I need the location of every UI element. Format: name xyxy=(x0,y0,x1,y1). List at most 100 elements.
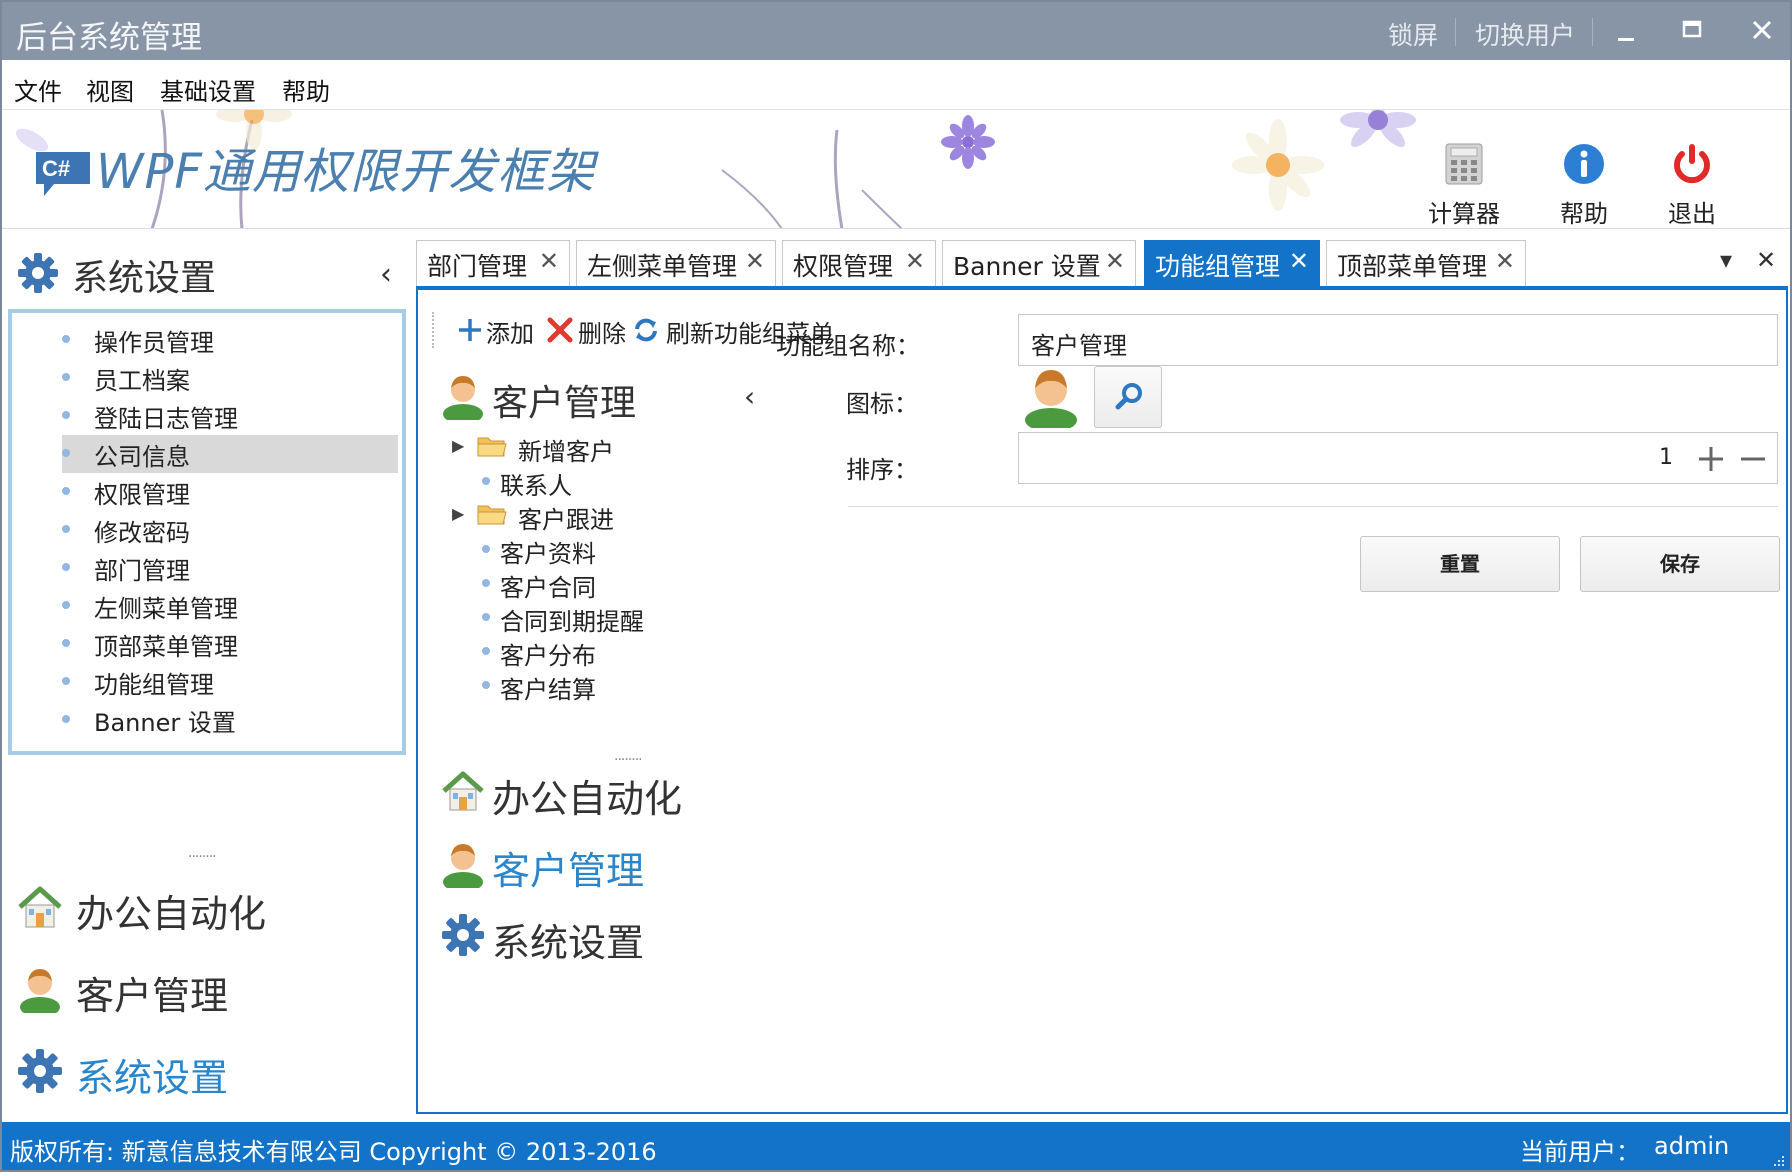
user-icon xyxy=(20,969,60,1013)
reset-button[interactable]: 重置 xyxy=(1360,536,1560,592)
tree-item-new-customer[interactable]: ▶ 新增客户 xyxy=(452,430,772,466)
tree-header[interactable]: 客户管理 ‹ xyxy=(440,370,760,426)
exit-button[interactable]: 退出 xyxy=(1652,142,1732,228)
tab-banner[interactable]: Banner 设置 ✕ xyxy=(942,240,1136,286)
sort-label: 排序： xyxy=(846,456,918,484)
refresh-icon xyxy=(635,318,657,342)
sort-value: 1 xyxy=(1659,445,1673,470)
tree-item-customer-contract[interactable]: 客户合同 xyxy=(452,566,772,602)
menu-bar: 文件 视图 基础设置 帮助 xyxy=(2,60,1790,110)
folder-icon xyxy=(477,505,507,525)
content-panel: 添加 删除 刷新功能组菜单 客户管理 ‹ ▶ 新增客户 联系人 ▶ 客户跟进 客… xyxy=(416,286,1788,1114)
minimize-icon xyxy=(1618,38,1634,41)
sidebar-item-departments[interactable]: 部门管理 xyxy=(62,549,398,585)
splitter-grip[interactable]: ........ xyxy=(614,748,643,764)
sort-order-stepper[interactable]: 1 xyxy=(1018,432,1778,484)
document-tabs: 部门管理 ✕ 左侧菜单管理 ✕ 权限管理 ✕ Banner 设置 ✕ 功能组管理… xyxy=(416,240,1788,286)
calculator-button[interactable]: 计算器 xyxy=(1424,142,1504,228)
tree-item-contract-expiry[interactable]: 合同到期提醒 xyxy=(452,600,772,636)
collapse-chevron-icon[interactable]: ‹ xyxy=(744,380,755,413)
tab-close-icon[interactable]: ✕ xyxy=(539,247,559,275)
minimize-button[interactable] xyxy=(1606,10,1646,50)
tab-close-icon[interactable]: ✕ xyxy=(1495,247,1515,275)
magnifier-icon xyxy=(1115,383,1142,410)
menu-file[interactable]: 文件 xyxy=(14,72,62,107)
info-icon xyxy=(1564,144,1604,184)
tree-item-customer-data[interactable]: 客户资料 xyxy=(452,532,772,568)
sidebar-item-operators[interactable]: 操作员管理 xyxy=(62,321,398,357)
current-user-value: admin xyxy=(1654,1132,1730,1160)
sidebar-menu-list: 操作员管理 员工档案 登陆日志管理 公司信息 权限管理 修改密码 部门管理 左侧… xyxy=(8,309,406,755)
lock-screen-button[interactable]: 锁屏 xyxy=(1388,16,1438,52)
nav-office-automation[interactable]: 办公自动化 xyxy=(16,879,396,939)
sidebar-item-top-menu[interactable]: 顶部菜单管理 xyxy=(62,625,398,661)
tab-close-icon[interactable]: ✕ xyxy=(1105,247,1125,275)
help-button[interactable]: 帮助 xyxy=(1544,142,1624,228)
sidebar-item-function-groups[interactable]: 功能组管理 xyxy=(62,663,398,699)
nav-system-settings[interactable]: 系统设置 xyxy=(16,1043,396,1103)
title-separator xyxy=(1592,18,1593,46)
tree-item-customer-distribution[interactable]: 客户分布 xyxy=(452,634,772,670)
sidebar-item-permissions[interactable]: 权限管理 xyxy=(62,473,398,509)
nav-label: 办公自动化 xyxy=(492,777,683,821)
tab-top-menu[interactable]: 顶部菜单管理 ✕ xyxy=(1326,240,1526,286)
sidebar-item-left-menu[interactable]: 左侧菜单管理 xyxy=(62,587,398,623)
expand-arrow-icon[interactable]: ▶ xyxy=(452,504,464,523)
switch-user-button[interactable]: 切换用户 xyxy=(1475,16,1575,52)
tab-function-groups[interactable]: 功能组管理 ✕ xyxy=(1144,240,1320,286)
tree-item-contacts[interactable]: 联系人 xyxy=(452,464,772,500)
tab-left-menu[interactable]: 左侧菜单管理 ✕ xyxy=(576,240,776,286)
save-button[interactable]: 保存 xyxy=(1580,536,1780,592)
increment-plus-icon[interactable] xyxy=(1697,445,1725,473)
sidebar-item-employee-files[interactable]: 员工档案 xyxy=(62,359,398,395)
tree-item-customer-followup[interactable]: ▶ 客户跟进 xyxy=(452,498,772,534)
gear-icon xyxy=(442,914,484,956)
nav-label: 系统设置 xyxy=(76,1056,229,1100)
bullet-icon xyxy=(482,545,490,553)
close-icon xyxy=(1752,20,1772,40)
decrement-minus-icon[interactable] xyxy=(1739,445,1767,473)
sidebar-item-login-log[interactable]: 登陆日志管理 xyxy=(62,397,398,433)
banner: C# WPF通用权限开发框架 计算器 帮助 退出 xyxy=(2,110,1790,229)
gear-icon xyxy=(18,253,58,293)
exit-label: 退出 xyxy=(1668,200,1716,228)
sidebar-item-company-info[interactable]: 公司信息 xyxy=(62,435,398,473)
tab-close-icon[interactable]: ✕ xyxy=(1289,247,1309,275)
function-group-name-input[interactable]: 客户管理 xyxy=(1018,314,1778,366)
app-window: 后台系统管理 锁屏 切换用户 文件 视图 基础设置 帮助 C# WPF通用权限开… xyxy=(0,0,1792,1172)
tab-permissions[interactable]: 权限管理 ✕ xyxy=(782,240,936,286)
bullet-icon xyxy=(482,647,490,655)
sidebar-item-change-password[interactable]: 修改密码 xyxy=(62,511,398,547)
expand-arrow-icon[interactable]: ▶ xyxy=(452,436,464,455)
menu-view[interactable]: 视图 xyxy=(86,72,134,107)
close-all-tabs-icon[interactable]: ✕ xyxy=(1756,246,1776,274)
tree-item-customer-settlement[interactable]: 客户结算 xyxy=(452,668,772,704)
maximize-button[interactable] xyxy=(1672,10,1712,50)
nav-system-settings[interactable]: 系统设置 xyxy=(440,908,820,968)
icon-label: 图标： xyxy=(846,390,918,418)
home-icon xyxy=(442,771,484,811)
sidebar-title: 系统设置 xyxy=(72,258,217,299)
tab-close-icon[interactable]: ✕ xyxy=(905,247,925,275)
user-icon xyxy=(443,844,483,888)
nav-customer-management[interactable]: 客户管理 xyxy=(440,836,820,896)
menu-help[interactable]: 帮助 xyxy=(282,72,330,107)
nav-label: 客户管理 xyxy=(76,974,229,1018)
sidebar-header[interactable]: 系统设置 ‹ xyxy=(16,247,396,299)
splitter-grip[interactable]: ........ xyxy=(188,845,217,861)
nav-customer-management[interactable]: 客户管理 xyxy=(16,961,396,1021)
resize-grip-icon[interactable] xyxy=(1772,1154,1786,1168)
menu-basic-settings[interactable]: 基础设置 xyxy=(160,72,256,107)
collapse-chevron-icon[interactable]: ‹ xyxy=(380,257,392,292)
sidebar-item-banner[interactable]: Banner 设置 xyxy=(62,701,398,737)
bullet-icon xyxy=(482,579,490,587)
icon-picker-button[interactable] xyxy=(1094,366,1162,428)
nav-office-automation[interactable]: 办公自动化 xyxy=(440,764,820,824)
tab-list-dropdown-icon[interactable]: ▾ xyxy=(1720,246,1732,274)
tab-close-icon[interactable]: ✕ xyxy=(745,247,765,275)
left-sidebar: 系统设置 ‹ 操作员管理 员工档案 登陆日志管理 公司信息 权限管理 修改密码 … xyxy=(2,229,414,1119)
bullet-icon xyxy=(62,449,70,457)
close-button[interactable] xyxy=(1742,10,1782,50)
bullet-icon xyxy=(62,335,70,343)
tab-departments[interactable]: 部门管理 ✕ xyxy=(416,240,570,286)
